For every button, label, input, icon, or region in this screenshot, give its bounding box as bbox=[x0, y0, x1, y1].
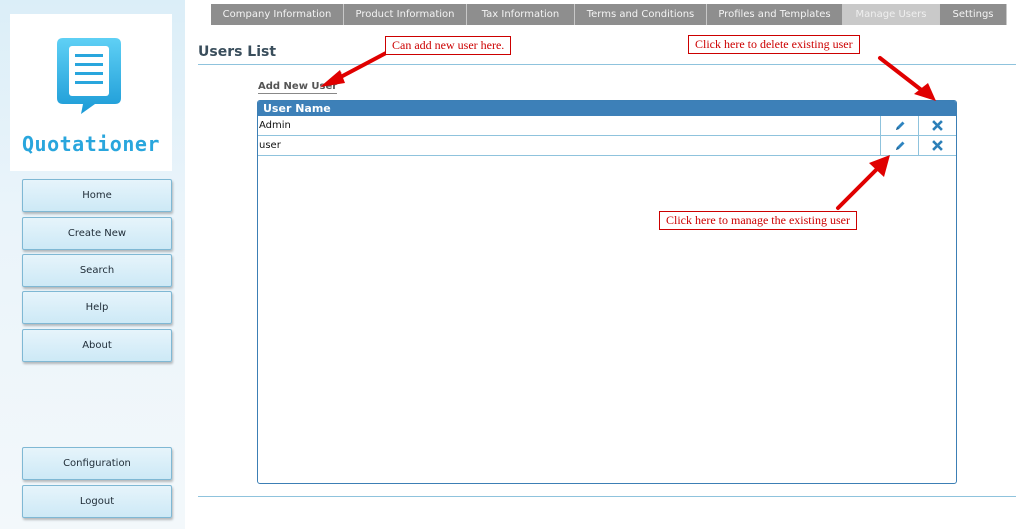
page-title: Users List bbox=[198, 44, 277, 60]
users-grid: User Name Admin user bbox=[257, 100, 957, 484]
user-name-cell: user bbox=[259, 140, 281, 151]
callout-manage-user: Click here to manage the existing user bbox=[659, 211, 857, 230]
user-name-column-header: User Name bbox=[258, 101, 956, 116]
tab-product-information[interactable]: Product Information bbox=[344, 4, 467, 25]
edit-user-button[interactable] bbox=[880, 136, 918, 155]
logout-button[interactable]: Logout bbox=[22, 485, 172, 518]
tab-manage-users[interactable]: Manage Users bbox=[843, 4, 940, 25]
add-user-arrow bbox=[330, 55, 386, 82]
tab-settings[interactable]: Settings bbox=[940, 4, 1007, 25]
table-row[interactable]: Admin bbox=[258, 116, 956, 136]
user-name-cell: Admin bbox=[259, 120, 291, 131]
top-tab-bar: Company Information Product Information … bbox=[211, 4, 1007, 25]
search-button[interactable]: Search bbox=[22, 254, 172, 287]
delete-user-button[interactable] bbox=[918, 136, 956, 155]
app-logo: Quotationer bbox=[10, 14, 172, 171]
title-divider bbox=[198, 64, 1016, 65]
callout-add-user: Can add new user here. bbox=[385, 36, 512, 55]
add-new-user-link[interactable]: Add New User bbox=[258, 81, 338, 94]
x-icon bbox=[932, 120, 943, 131]
tab-company-information[interactable]: Company Information bbox=[211, 4, 344, 25]
table-row[interactable]: user bbox=[258, 136, 956, 156]
tab-terms-and-conditions[interactable]: Terms and Conditions bbox=[575, 4, 707, 25]
document-logo-icon bbox=[57, 38, 121, 114]
add-user-arrow-shaft bbox=[333, 51, 388, 82]
create-new-button[interactable]: Create New bbox=[22, 217, 172, 250]
callout-delete-user: Click here to delete existing user bbox=[688, 35, 860, 54]
help-button[interactable]: Help bbox=[22, 291, 172, 324]
bottom-divider bbox=[198, 496, 1016, 497]
sidebar: Quotationer Home Create New Search Help … bbox=[0, 0, 185, 529]
about-button[interactable]: About bbox=[22, 329, 172, 362]
delete-user-button[interactable] bbox=[918, 116, 956, 135]
tab-tax-information[interactable]: Tax Information bbox=[467, 4, 575, 25]
logo-text: Quotationer bbox=[22, 132, 160, 156]
edit-user-button[interactable] bbox=[880, 116, 918, 135]
pencil-icon bbox=[895, 121, 904, 130]
x-icon bbox=[932, 140, 943, 151]
home-button[interactable]: Home bbox=[22, 179, 172, 212]
pencil-icon bbox=[895, 141, 904, 150]
configuration-button[interactable]: Configuration bbox=[22, 447, 172, 480]
tab-profiles-and-templates[interactable]: Profiles and Templates bbox=[707, 4, 843, 25]
delete-user-arrowhead bbox=[914, 83, 936, 101]
